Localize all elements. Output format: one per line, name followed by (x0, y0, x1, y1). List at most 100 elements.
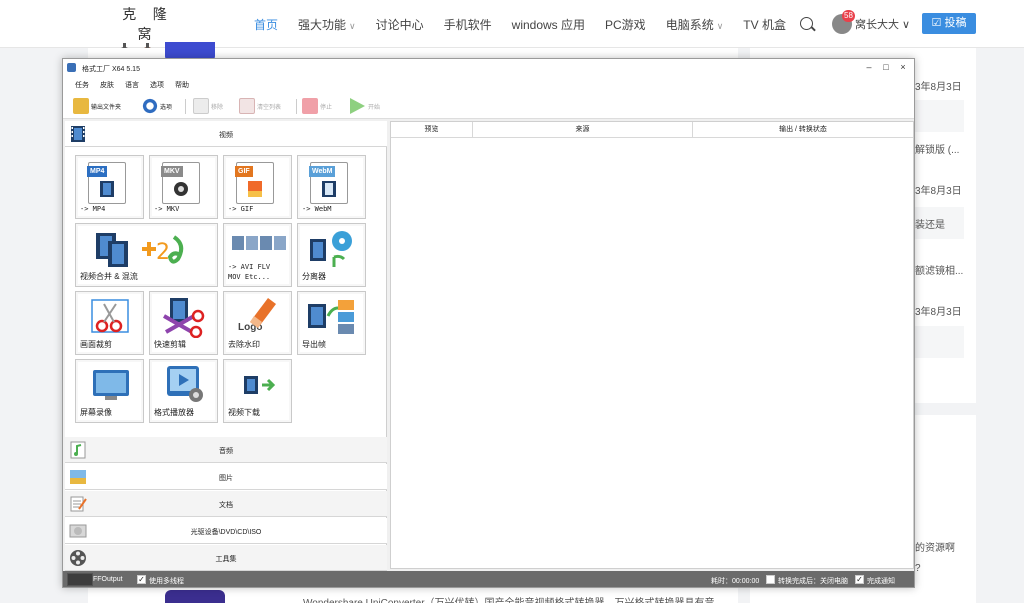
multithread-checkbox[interactable]: ✓ (137, 575, 146, 584)
menu-skin[interactable]: 皮肤 (100, 80, 114, 90)
tile-video-download-label: 视频下载 (228, 408, 260, 417)
article-thumbnail[interactable] (165, 590, 225, 603)
nav-item-windows[interactable]: windows 应用 (512, 16, 585, 33)
post-button[interactable]: ☑ 投稿 (922, 13, 976, 34)
ffoutput-icon (67, 573, 93, 586)
column-output-status[interactable]: 输出 / 转换状态 (693, 122, 913, 138)
sidebar-comment[interactable]: 的资源啊 (915, 539, 975, 554)
monitor-icon (93, 370, 129, 400)
function-panel: 视频 MP4 -> MP4 MKV -> MKV GIF -> GIF WebM… (65, 121, 387, 571)
tile-to-mp4[interactable]: MP4 -> MP4 (75, 155, 144, 219)
sidebar-thumb (912, 100, 964, 132)
category-tools-label: 工具集 (215, 556, 237, 563)
gear-icon (142, 98, 158, 114)
sidebar-thumb (912, 326, 964, 358)
sidebar-date: 3年8月3日 (915, 307, 962, 318)
svg-text:2: 2 (156, 240, 170, 265)
tile-format-player-label: 格式播放器 (154, 408, 194, 417)
tile-export-frames[interactable]: 导出帧 (297, 291, 366, 355)
tile-quick-clip[interactable]: 快速剪辑 (149, 291, 218, 355)
tile-screen-record[interactable]: 屏幕录像 (75, 359, 144, 423)
menu-task[interactable]: 任务 (75, 80, 89, 90)
category-audio-label: 音频 (219, 448, 233, 455)
category-video[interactable]: 视频 (65, 121, 387, 147)
remove-button[interactable]: 移除 (193, 97, 223, 115)
tile-to-avi-flv-mov[interactable]: -> AVI FLV MOV Etc... (223, 223, 292, 287)
output-folder-button[interactable]: 输出文件夹 (73, 97, 121, 115)
frames-icon (308, 300, 354, 334)
sidebar-post-title[interactable]: 解锁版 (... (915, 141, 975, 156)
tile-to-mp4-label: -> MP4 (80, 205, 106, 213)
site-logo-text: 克 隆 窝 (122, 7, 173, 43)
article-excerpt[interactable]: Wondershare UniConverter（万兴优转）国产全能音视频格式转… (303, 594, 715, 603)
tile-splitter[interactable]: 分离器 (297, 223, 366, 287)
sidebar-comment[interactable]: ? (915, 563, 975, 574)
player-icon (167, 366, 203, 402)
site-logo[interactable]: 克 隆 窝 (110, 4, 185, 60)
splitter-icon (310, 231, 352, 267)
nav-item-os[interactable]: 电脑系统 ∨ (666, 16, 724, 33)
format-factory-window: 格式工厂 X64 5.15 – □ × 任务 皮肤 语言 选项 帮助 输出文件夹… (62, 58, 915, 588)
tile-to-gif-label: -> GIF (228, 205, 254, 213)
category-audio[interactable]: 音频 (65, 437, 387, 463)
sidebar-post-title[interactable]: 装还是 (915, 216, 975, 231)
multithread-label: 使用多线程 (149, 578, 184, 585)
column-preview[interactable]: 预览 (391, 122, 473, 138)
tile-video-merge-label: 视频合并 & 混流 (80, 272, 138, 281)
nav-item-tv-box[interactable]: TV 机盒 (743, 16, 786, 33)
search-icon[interactable] (800, 17, 813, 30)
tile-to-gif[interactable]: GIF -> GIF (223, 155, 292, 219)
task-list[interactable]: 预览 来源 输出 / 转换状态 (390, 121, 914, 569)
options-button[interactable]: 选项 (142, 97, 172, 115)
tile-splitter-label: 分离器 (302, 272, 326, 281)
tile-video-merge[interactable]: 2 视频合并 & 混流 (75, 223, 218, 287)
close-button[interactable]: × (895, 62, 911, 72)
tile-export-frames-label: 导出帧 (302, 340, 326, 349)
maximize-button[interactable]: □ (878, 62, 894, 72)
tile-to-webm[interactable]: WebM -> WebM (297, 155, 366, 219)
clear-list-button[interactable]: 清空列表 (239, 97, 281, 115)
menu-options[interactable]: 选项 (150, 80, 164, 90)
category-document[interactable]: 文档 (65, 491, 387, 517)
menu-language[interactable]: 语言 (125, 80, 139, 90)
category-disc[interactable]: 光驱设备\DVD\CD\ISO (65, 518, 387, 544)
user-menu[interactable]: 窝长大大 ∨ (855, 16, 910, 32)
tile-video-download[interactable]: 视频下载 (223, 359, 292, 423)
tile-to-webm-label: -> WebM (302, 205, 332, 213)
tile-remove-watermark[interactable]: Logo 去除水印 (223, 291, 292, 355)
nav-item-discussion[interactable]: 讨论中心 (376, 16, 424, 33)
tile-format-player[interactable]: 格式播放器 (149, 359, 218, 423)
sidebar-date: 3年8月3日 (915, 82, 962, 93)
menu-bar: 任务 皮肤 语言 选项 帮助 (63, 77, 914, 93)
shutdown-after-label: 转换完成后：关闭电脑 (778, 578, 848, 585)
category-image[interactable]: 图片 (65, 464, 387, 490)
shutdown-after-checkbox[interactable] (766, 575, 775, 584)
tile-to-mkv[interactable]: MKV -> MKV (149, 155, 218, 219)
sidebar-post-title[interactable]: 额滤镜相... (915, 262, 975, 277)
notify-label: 完成通知 (867, 578, 895, 585)
menu-help[interactable]: 帮助 (175, 80, 189, 90)
gif-icon: GIF (235, 162, 274, 204)
nav-item-pc-games[interactable]: PC游戏 (605, 16, 646, 33)
stop-button[interactable]: 停止 (302, 97, 332, 115)
tile-crop-label: 画面裁剪 (80, 340, 112, 349)
nav-item-features[interactable]: 强大功能 ∨ (298, 16, 356, 33)
start-button[interactable]: 开始 (348, 97, 380, 115)
nav-item-home[interactable]: 首页 (254, 16, 278, 33)
column-source[interactable]: 来源 (473, 122, 693, 138)
play-icon (350, 98, 365, 114)
toolbar-divider (185, 99, 186, 114)
format-strip-icon (232, 236, 286, 250)
toolbar-divider (296, 99, 297, 114)
title-bar[interactable]: 格式工厂 X64 5.15 – □ × (63, 59, 914, 77)
category-tools[interactable]: 工具集 (65, 545, 387, 571)
notification-badge[interactable]: 58 (842, 10, 855, 22)
category-video-label: 视频 (219, 132, 233, 139)
notify-checkbox[interactable]: ✓ (855, 575, 864, 584)
folder-icon (73, 98, 89, 114)
tile-crop[interactable]: 画面裁剪 (75, 291, 144, 355)
minimize-button[interactable]: – (861, 62, 877, 72)
site-header: 克 隆 窝 首页 强大功能 ∨ 讨论中心 手机软件 windows 应用 PC游戏… (0, 0, 1024, 60)
nav-item-mobile[interactable]: 手机软件 (444, 16, 492, 33)
clip-icon (163, 298, 205, 338)
